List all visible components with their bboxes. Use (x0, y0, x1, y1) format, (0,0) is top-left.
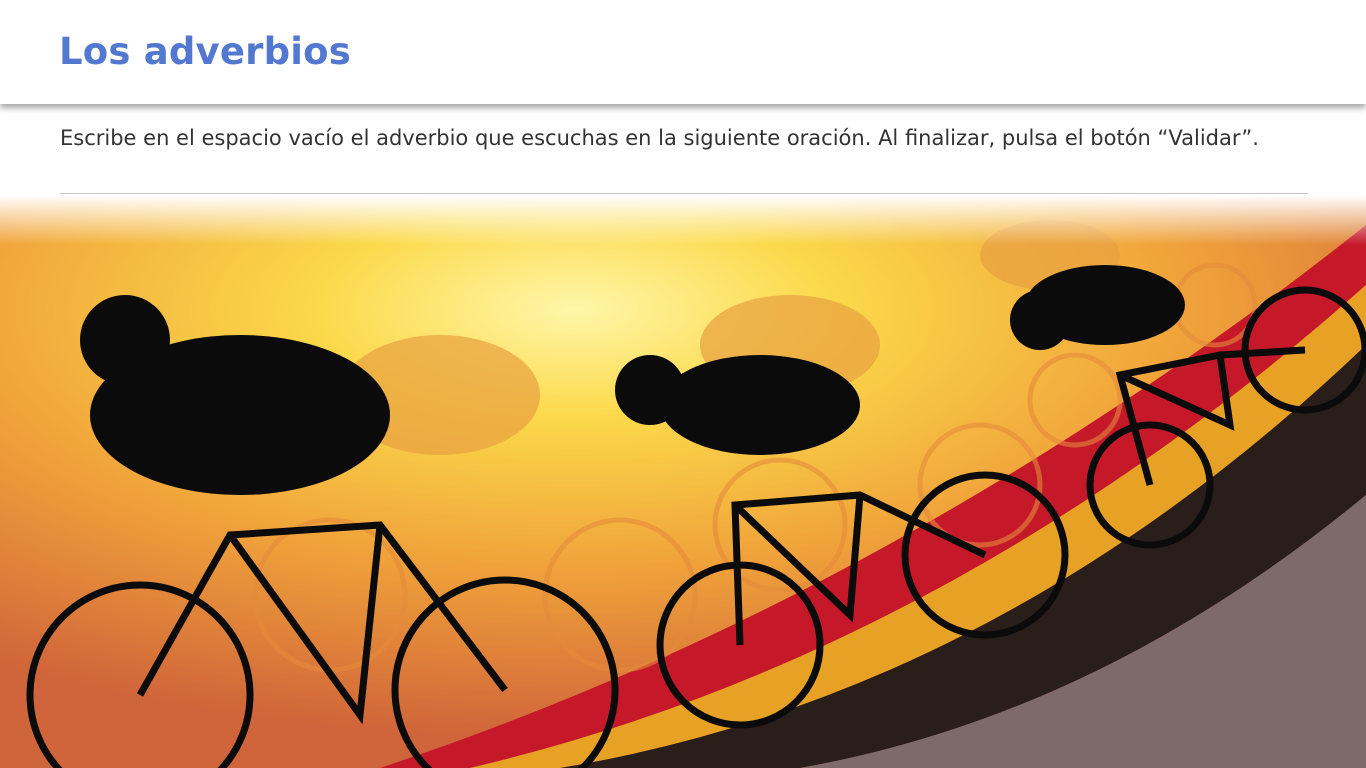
cyclists-illustration (0, 195, 1366, 768)
page-title: Los adverbios (59, 30, 352, 73)
divider (60, 193, 1308, 194)
image-top-fade (0, 195, 1366, 245)
instructions-text: Escribe en el espacio vacío el adverbio … (60, 126, 1259, 150)
header: Los adverbios (0, 0, 1366, 104)
